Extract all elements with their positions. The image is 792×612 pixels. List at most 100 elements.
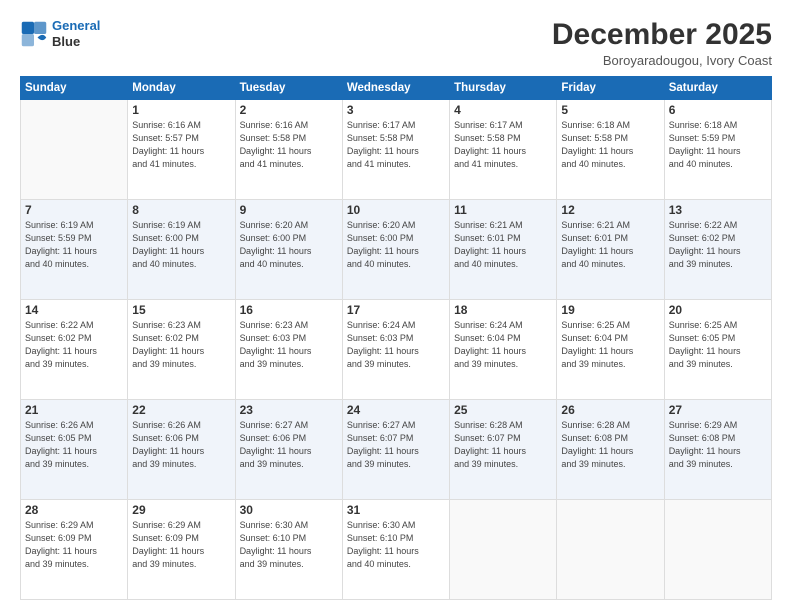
day-info: Sunrise: 6:23 AM Sunset: 6:03 PM Dayligh…: [240, 319, 338, 371]
day-info: Sunrise: 6:22 AM Sunset: 6:02 PM Dayligh…: [669, 219, 767, 271]
calendar-header-sunday: Sunday: [21, 77, 128, 100]
calendar-cell: 28 Sunrise: 6:29 AM Sunset: 6:09 PM Dayli…: [21, 500, 128, 600]
day-info: Sunrise: 6:21 AM Sunset: 6:01 PM Dayligh…: [454, 219, 552, 271]
calendar-week-row: 14 Sunrise: 6:22 AM Sunset: 6:02 PM Dayli…: [21, 300, 772, 400]
calendar-cell: 19 Sunrise: 6:25 AM Sunset: 6:04 PM Dayli…: [557, 300, 664, 400]
day-number: 25: [454, 403, 552, 417]
logo: General Blue: [20, 18, 100, 49]
day-info: Sunrise: 6:27 AM Sunset: 6:07 PM Dayligh…: [347, 419, 445, 471]
day-number: 5: [561, 103, 659, 117]
calendar-header-monday: Monday: [128, 77, 235, 100]
day-info: Sunrise: 6:20 AM Sunset: 6:00 PM Dayligh…: [240, 219, 338, 271]
day-number: 18: [454, 303, 552, 317]
day-info: Sunrise: 6:29 AM Sunset: 6:09 PM Dayligh…: [25, 519, 123, 571]
day-number: 9: [240, 203, 338, 217]
day-info: Sunrise: 6:16 AM Sunset: 5:58 PM Dayligh…: [240, 119, 338, 171]
calendar-cell: 5Sunrise: 6:18 AM Sunset: 5:58 PM Daylig…: [557, 100, 664, 200]
logo-text: General Blue: [52, 18, 100, 49]
calendar-cell: [450, 500, 557, 600]
day-number: 26: [561, 403, 659, 417]
calendar: SundayMondayTuesdayWednesdayThursdayFrid…: [20, 76, 772, 600]
day-number: 23: [240, 403, 338, 417]
day-info: Sunrise: 6:17 AM Sunset: 5:58 PM Dayligh…: [454, 119, 552, 171]
calendar-cell: 1 Sunrise: 6:16 AM Sunset: 5:57 PM Daylig…: [128, 100, 235, 200]
day-number: 2: [240, 103, 338, 117]
day-number: 31: [347, 503, 445, 517]
day-number: 3: [347, 103, 445, 117]
calendar-cell: 18 Sunrise: 6:24 AM Sunset: 6:04 PM Dayli…: [450, 300, 557, 400]
calendar-cell: 24 Sunrise: 6:27 AM Sunset: 6:07 PM Dayli…: [342, 400, 449, 500]
location: Boroyaradougou, Ivory Coast: [552, 53, 772, 68]
calendar-cell: 10Sunrise: 6:20 AM Sunset: 6:00 PM Dayli…: [342, 200, 449, 300]
calendar-cell: [557, 500, 664, 600]
day-info: Sunrise: 6:20 AM Sunset: 6:00 PM Dayligh…: [347, 219, 445, 271]
day-info: Sunrise: 6:25 AM Sunset: 6:04 PM Dayligh…: [561, 319, 659, 371]
day-number: 8: [132, 203, 230, 217]
day-number: 13: [669, 203, 767, 217]
calendar-cell: 22 Sunrise: 6:26 AM Sunset: 6:06 PM Dayli…: [128, 400, 235, 500]
day-info: Sunrise: 6:22 AM Sunset: 6:02 PM Dayligh…: [25, 319, 123, 371]
calendar-cell: 20 Sunrise: 6:25 AM Sunset: 6:05 PM Dayli…: [664, 300, 771, 400]
day-info: Sunrise: 6:29 AM Sunset: 6:08 PM Dayligh…: [669, 419, 767, 471]
header: General Blue December 2025 Boroyaradougo…: [20, 18, 772, 68]
calendar-week-row: 21 Sunrise: 6:26 AM Sunset: 6:05 PM Dayli…: [21, 400, 772, 500]
calendar-header-saturday: Saturday: [664, 77, 771, 100]
calendar-cell: 9 Sunrise: 6:20 AM Sunset: 6:00 PM Daylig…: [235, 200, 342, 300]
day-info: Sunrise: 6:30 AM Sunset: 6:10 PM Dayligh…: [240, 519, 338, 571]
page: General Blue December 2025 Boroyaradougo…: [0, 0, 792, 612]
day-info: Sunrise: 6:18 AM Sunset: 5:59 PM Dayligh…: [669, 119, 767, 171]
day-info: Sunrise: 6:19 AM Sunset: 6:00 PM Dayligh…: [132, 219, 230, 271]
day-number: 19: [561, 303, 659, 317]
day-number: 28: [25, 503, 123, 517]
calendar-header-tuesday: Tuesday: [235, 77, 342, 100]
calendar-cell: 8 Sunrise: 6:19 AM Sunset: 6:00 PM Daylig…: [128, 200, 235, 300]
calendar-cell: 13 Sunrise: 6:22 AM Sunset: 6:02 PM Dayli…: [664, 200, 771, 300]
day-number: 22: [132, 403, 230, 417]
day-info: Sunrise: 6:24 AM Sunset: 6:04 PM Dayligh…: [454, 319, 552, 371]
calendar-cell: 16 Sunrise: 6:23 AM Sunset: 6:03 PM Dayli…: [235, 300, 342, 400]
day-number: 7: [25, 203, 123, 217]
calendar-cell: 21 Sunrise: 6:26 AM Sunset: 6:05 PM Dayli…: [21, 400, 128, 500]
calendar-header-row: SundayMondayTuesdayWednesdayThursdayFrid…: [21, 77, 772, 100]
day-info: Sunrise: 6:27 AM Sunset: 6:06 PM Dayligh…: [240, 419, 338, 471]
calendar-cell: 31 Sunrise: 6:30 AM Sunset: 6:10 PM Dayli…: [342, 500, 449, 600]
day-info: Sunrise: 6:28 AM Sunset: 6:08 PM Dayligh…: [561, 419, 659, 471]
day-info: Sunrise: 6:29 AM Sunset: 6:09 PM Dayligh…: [132, 519, 230, 571]
day-number: 21: [25, 403, 123, 417]
title-block: December 2025 Boroyaradougou, Ivory Coas…: [552, 18, 772, 68]
calendar-cell: 7Sunrise: 6:19 AM Sunset: 5:59 PM Daylig…: [21, 200, 128, 300]
day-info: Sunrise: 6:26 AM Sunset: 6:05 PM Dayligh…: [25, 419, 123, 471]
day-info: Sunrise: 6:17 AM Sunset: 5:58 PM Dayligh…: [347, 119, 445, 171]
calendar-cell: [664, 500, 771, 600]
day-info: Sunrise: 6:26 AM Sunset: 6:06 PM Dayligh…: [132, 419, 230, 471]
calendar-cell: 12Sunrise: 6:21 AM Sunset: 6:01 PM Dayli…: [557, 200, 664, 300]
calendar-cell: 4 Sunrise: 6:17 AM Sunset: 5:58 PM Daylig…: [450, 100, 557, 200]
calendar-cell: 6Sunrise: 6:18 AM Sunset: 5:59 PM Daylig…: [664, 100, 771, 200]
day-number: 4: [454, 103, 552, 117]
day-number: 16: [240, 303, 338, 317]
calendar-cell: 23 Sunrise: 6:27 AM Sunset: 6:06 PM Dayli…: [235, 400, 342, 500]
day-number: 30: [240, 503, 338, 517]
day-number: 14: [25, 303, 123, 317]
calendar-cell: 25 Sunrise: 6:28 AM Sunset: 6:07 PM Dayli…: [450, 400, 557, 500]
logo-icon: [20, 20, 48, 48]
day-info: Sunrise: 6:16 AM Sunset: 5:57 PM Dayligh…: [132, 119, 230, 171]
calendar-week-row: 28 Sunrise: 6:29 AM Sunset: 6:09 PM Dayli…: [21, 500, 772, 600]
day-number: 15: [132, 303, 230, 317]
calendar-header-thursday: Thursday: [450, 77, 557, 100]
day-number: 11: [454, 203, 552, 217]
day-info: Sunrise: 6:25 AM Sunset: 6:05 PM Dayligh…: [669, 319, 767, 371]
day-number: 1: [132, 103, 230, 117]
calendar-cell: 3 Sunrise: 6:17 AM Sunset: 5:58 PM Daylig…: [342, 100, 449, 200]
day-info: Sunrise: 6:24 AM Sunset: 6:03 PM Dayligh…: [347, 319, 445, 371]
calendar-week-row: 7Sunrise: 6:19 AM Sunset: 5:59 PM Daylig…: [21, 200, 772, 300]
calendar-cell: 27 Sunrise: 6:29 AM Sunset: 6:08 PM Dayli…: [664, 400, 771, 500]
day-info: Sunrise: 6:30 AM Sunset: 6:10 PM Dayligh…: [347, 519, 445, 571]
calendar-header-friday: Friday: [557, 77, 664, 100]
calendar-cell: 15Sunrise: 6:23 AM Sunset: 6:02 PM Dayli…: [128, 300, 235, 400]
day-info: Sunrise: 6:28 AM Sunset: 6:07 PM Dayligh…: [454, 419, 552, 471]
day-number: 24: [347, 403, 445, 417]
calendar-cell: 26 Sunrise: 6:28 AM Sunset: 6:08 PM Dayli…: [557, 400, 664, 500]
day-number: 20: [669, 303, 767, 317]
day-number: 27: [669, 403, 767, 417]
